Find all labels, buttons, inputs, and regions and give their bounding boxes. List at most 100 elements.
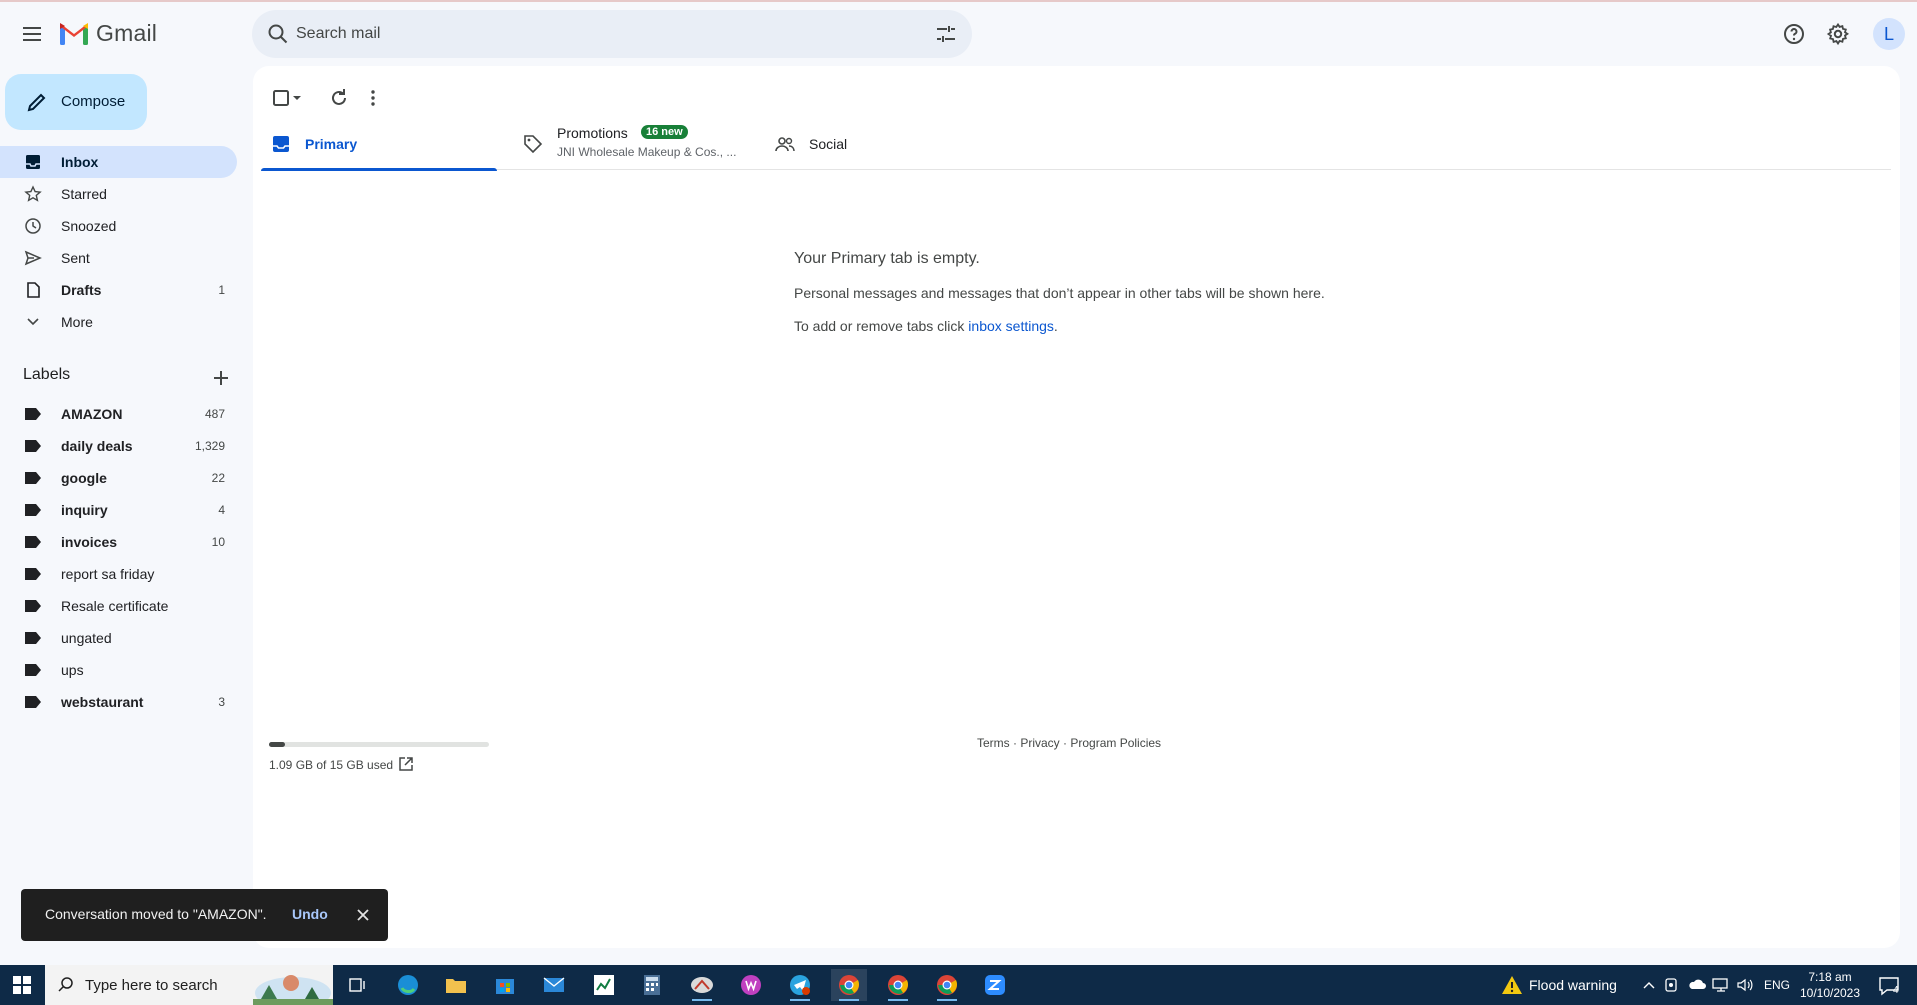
taskbar-edge[interactable] — [390, 969, 426, 1001]
tab-sender-snippet: JNI Wholesale Makeup & Cos., ... — [557, 145, 737, 159]
label-name: Resale certificate — [61, 598, 169, 614]
taskbar-file-explorer[interactable] — [438, 969, 474, 1001]
label-name: webstaurant — [61, 694, 144, 710]
taskbar-chrome-active[interactable] — [831, 969, 867, 1001]
close-icon[interactable] — [353, 905, 373, 925]
sidebar-item-more[interactable]: More — [0, 306, 237, 338]
taskbar-chrome-2[interactable] — [880, 969, 916, 1001]
label-item-ups[interactable]: ups — [0, 654, 237, 686]
label-count: 10 — [211, 535, 225, 549]
empty-state: Your Primary tab is empty. Personal mess… — [794, 250, 1494, 334]
label-count: 487 — [204, 407, 225, 421]
label-item-resale-certificate[interactable]: Resale certificate — [0, 590, 237, 622]
taskbar-app-w[interactable] — [733, 969, 769, 1001]
gmail-logo[interactable]: Gmail — [60, 20, 157, 47]
label-name: ungated — [61, 630, 112, 646]
send-icon — [24, 250, 42, 266]
settings-icon[interactable] — [1826, 22, 1850, 46]
taskbar-calculator[interactable] — [634, 969, 670, 1001]
windows-logo-icon — [13, 976, 31, 994]
add-label-icon[interactable] — [209, 366, 233, 390]
empty-hint-prefix: To add or remove tabs click — [794, 318, 969, 334]
program-policies-link[interactable]: Program Policies — [1070, 736, 1161, 750]
refresh-icon[interactable] — [327, 86, 351, 110]
sidebar-item-starred[interactable]: Starred — [0, 178, 237, 210]
label-icon — [25, 696, 41, 708]
sidebar-item-snoozed[interactable]: Snoozed — [0, 210, 237, 242]
tab-promotions[interactable]: Promotions 16 new JNI Wholesale Makeup &… — [513, 118, 749, 170]
terms-link[interactable]: Terms — [977, 736, 1010, 750]
chevron-down-icon — [27, 318, 39, 326]
search-bar[interactable] — [252, 10, 972, 58]
sidebar-item-inbox[interactable]: Inbox — [0, 146, 237, 178]
tab-label: Primary — [305, 136, 358, 152]
volume-icon[interactable] — [1736, 977, 1754, 993]
open-external-icon[interactable] — [398, 756, 414, 772]
compose-button[interactable]: Compose — [5, 74, 147, 130]
help-icon[interactable] — [1782, 22, 1806, 46]
sidebar-item-drafts[interactable]: Drafts 1 — [0, 274, 237, 306]
taskbar-store[interactable] — [487, 969, 523, 1001]
compose-label: Compose — [61, 93, 126, 110]
inbox-settings-link[interactable]: inbox settings — [968, 318, 1054, 334]
tab-social[interactable]: Social — [765, 118, 1001, 170]
hamburger-icon[interactable] — [14, 16, 50, 52]
tab-primary[interactable]: Primary — [261, 118, 497, 171]
telegram-icon — [790, 975, 810, 995]
label-item-invoices[interactable]: invoices 10 — [0, 526, 237, 558]
tab-label: Promotions — [557, 125, 628, 141]
flood-warning-widget[interactable]: Flood warning — [1497, 965, 1627, 1005]
sidebar-item-sent[interactable]: Sent — [0, 242, 237, 274]
w-app-icon — [741, 975, 761, 995]
sidebar-item-label: Drafts — [61, 282, 102, 298]
sidebar-item-label: Sent — [61, 250, 90, 266]
taskbar-zoom[interactable] — [977, 969, 1013, 1001]
label-item-amazon[interactable]: AMAZON 487 — [0, 398, 237, 430]
taskbar-telegram[interactable] — [782, 969, 818, 1001]
labels-header: Labels — [23, 366, 233, 392]
label-icon — [25, 568, 41, 580]
label-item-inquiry[interactable]: inquiry 4 — [0, 494, 237, 526]
label-name: inquiry — [61, 502, 108, 518]
chrome-icon — [888, 975, 908, 995]
language-indicator[interactable]: ENG — [1764, 978, 1790, 992]
start-button[interactable] — [0, 965, 44, 1005]
snip-icon — [691, 977, 713, 993]
taskbar-app-chart[interactable] — [586, 969, 622, 1001]
taskbar-chrome-3[interactable] — [929, 969, 965, 1001]
zoom-icon — [985, 975, 1005, 995]
search-options-icon[interactable] — [934, 22, 958, 46]
pencil-icon — [27, 93, 46, 112]
system-clock[interactable]: 7:18 am 10/10/2023 — [1792, 969, 1868, 1001]
undo-button[interactable]: Undo — [292, 906, 328, 922]
label-item-report-sa-friday[interactable]: report sa friday — [0, 558, 237, 590]
label-item-webstaurant[interactable]: webstaurant 3 — [0, 686, 237, 718]
taskbar-search[interactable] — [45, 965, 333, 1005]
label-name: report sa friday — [61, 566, 155, 582]
storage-bar — [269, 742, 489, 747]
meet-now-icon[interactable] — [1664, 977, 1678, 993]
chrome-icon — [839, 975, 859, 995]
gmail-m-icon — [60, 22, 88, 45]
account-avatar[interactable]: L — [1873, 18, 1905, 50]
search-input[interactable] — [296, 10, 896, 58]
privacy-link[interactable]: Privacy — [1020, 736, 1059, 750]
network-icon[interactable] — [1712, 977, 1730, 993]
taskbar-snipping-tool[interactable] — [684, 969, 720, 1001]
onedrive-icon[interactable] — [1688, 978, 1706, 990]
search-icon[interactable] — [266, 22, 290, 46]
label-icon — [25, 504, 41, 516]
clock-date: 10/10/2023 — [1799, 986, 1861, 1000]
taskbar-mail[interactable] — [536, 969, 572, 1001]
search-icon — [58, 977, 73, 992]
empty-title: Your Primary tab is empty. — [794, 250, 980, 267]
label-item-google[interactable]: google 22 — [0, 462, 237, 494]
select-dropdown-icon[interactable] — [289, 86, 305, 110]
chrome-icon — [937, 975, 957, 995]
calculator-icon — [644, 975, 660, 995]
task-view-button[interactable] — [340, 969, 376, 1001]
more-vert-icon[interactable] — [361, 86, 385, 110]
label-item-ungated[interactable]: ungated — [0, 622, 237, 654]
chevron-up-icon[interactable] — [1642, 979, 1656, 991]
label-item-daily-deals[interactable]: daily deals 1,329 — [0, 430, 237, 462]
